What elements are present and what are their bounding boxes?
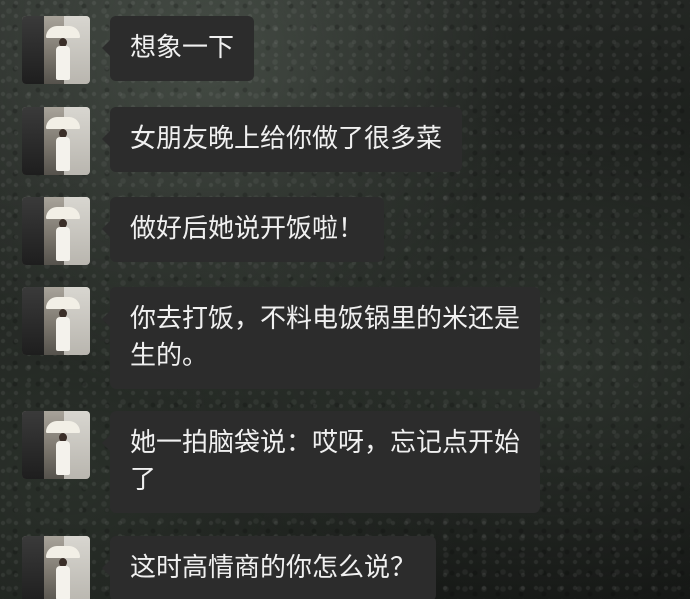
contact-avatar[interactable] — [22, 16, 90, 84]
message-bubble[interactable]: 这时高情商的你怎么说？ — [101, 536, 437, 599]
message-bubble[interactable]: 你去打饭，不料电饭锅里的米还是 生的。 — [101, 287, 541, 389]
contact-avatar[interactable] — [22, 536, 90, 599]
contact-avatar[interactable] — [22, 197, 90, 265]
contact-avatar[interactable] — [22, 107, 90, 175]
message-bubble[interactable]: 女朋友晚上给你做了很多菜 — [101, 107, 463, 172]
message-bubble[interactable]: 想象一下 — [101, 16, 255, 81]
message-bubble[interactable]: 她一拍脑袋说：哎呀，忘记点开始 了 — [101, 411, 541, 513]
contact-avatar[interactable] — [22, 287, 90, 355]
message-bubble[interactable]: 做好后她说开饭啦！ — [101, 197, 385, 262]
contact-avatar[interactable] — [22, 411, 90, 479]
